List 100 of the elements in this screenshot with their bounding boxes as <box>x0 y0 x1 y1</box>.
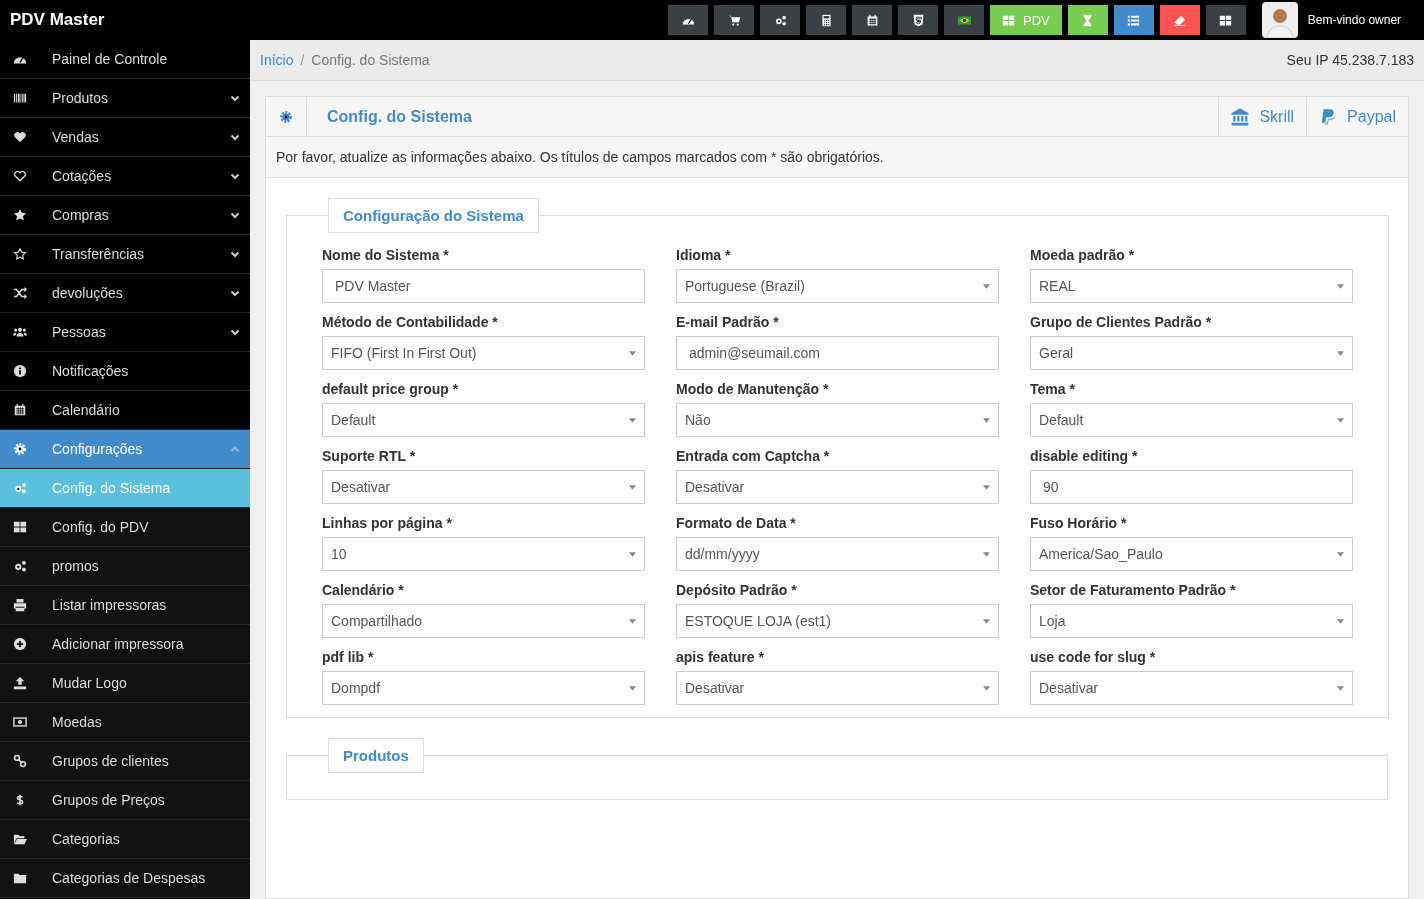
toolbar-button[interactable] <box>714 5 754 35</box>
select-field[interactable]: Compartilhado <box>322 604 645 638</box>
select-field[interactable]: 10 <box>322 537 645 571</box>
toolbar-button[interactable] <box>852 5 892 35</box>
caret-icon <box>983 283 990 289</box>
panel-title: Config. do Sistema <box>327 107 473 126</box>
input-field[interactable]: 90 <box>1030 470 1353 504</box>
toolbar-button[interactable] <box>1159 5 1200 35</box>
calendar-icon <box>13 403 27 417</box>
caret-icon <box>1337 551 1344 557</box>
select-field[interactable]: Geral <box>1030 336 1353 370</box>
sidebar-subitem[interactable]: Grupos de Preços <box>0 781 250 820</box>
star-icon <box>13 208 27 222</box>
settings-icon <box>13 442 27 456</box>
heart-outline-icon <box>13 169 27 183</box>
input-field[interactable]: admin@seumail.com <box>676 336 999 370</box>
select-field[interactable]: dd/mm/yyyy <box>676 537 999 571</box>
field-label: Método de Contabilidade * <box>322 314 499 330</box>
field-label: Moeda padrão * <box>1030 247 1136 263</box>
section-legend: Produtos <box>328 738 424 773</box>
field-label: Grupo de Clientes Padrão * <box>1030 314 1213 330</box>
caret-icon <box>983 484 990 490</box>
sidebar-subitem[interactable]: promos <box>0 547 250 586</box>
field-label: Idioma * <box>676 247 732 263</box>
select-field[interactable]: Desativar <box>676 470 999 504</box>
select-field[interactable]: FIFO (First In First Out) <box>322 336 645 370</box>
breadcrumb-current: Config. do Sistema <box>311 52 430 68</box>
payment-link[interactable]: Skrill <box>1218 97 1307 136</box>
field-label: Modo de Manutenção * <box>676 381 830 397</box>
sidebar-subitem[interactable]: Categorias de Despesas <box>0 859 250 898</box>
field-label: Fuso Horário * <box>1030 515 1128 531</box>
grid-icon <box>1002 13 1015 27</box>
select-field[interactable]: Default <box>1030 403 1353 437</box>
select-field[interactable]: Default <box>322 403 645 437</box>
select-field[interactable]: Desativar <box>676 671 999 705</box>
ip-address: Seu IP 45.238.7.183 <box>1286 52 1414 68</box>
sidebar-item[interactable]: Notificações <box>0 352 250 391</box>
paypal-icon <box>1319 107 1338 126</box>
caret-icon <box>983 417 990 423</box>
select-field[interactable]: Portuguese (Brazil) <box>676 269 999 303</box>
field-label: Tema * <box>1030 381 1076 397</box>
select-field[interactable]: Desativar <box>322 470 645 504</box>
field-label: default price group * <box>322 381 460 397</box>
section-legend: Configuração do Sistema <box>328 198 539 233</box>
sidebar-subitem[interactable]: Config. do PDV <box>0 508 250 547</box>
breadcrumb-separator: / <box>300 52 305 68</box>
caret-icon <box>983 685 990 691</box>
sidebar-subitem[interactable]: Adicionar impressora <box>0 625 250 664</box>
avatar-icon[interactable] <box>1261 2 1298 38</box>
select-field[interactable]: Dompdf <box>322 671 645 705</box>
sidebar-subitem[interactable]: Moedas <box>0 703 250 742</box>
field-label: Linhas por página * <box>322 515 453 531</box>
toolbar-button[interactable] <box>898 5 938 35</box>
input-field[interactable]: PDV Master <box>322 269 645 303</box>
caret-icon <box>1337 685 1344 691</box>
toolbar-button[interactable] <box>668 5 708 35</box>
toolbar-button[interactable] <box>1205 5 1246 35</box>
heart-icon <box>13 130 27 144</box>
field-label: pdf lib * <box>322 649 375 665</box>
caret-icon <box>1337 618 1344 624</box>
sidebar-subitem[interactable]: Grupos de clientes <box>0 742 250 781</box>
select-field[interactable]: Não <box>676 403 999 437</box>
link-icon <box>13 754 27 768</box>
barcode-icon <box>13 91 27 105</box>
folder-icon <box>13 871 27 885</box>
cogs-icon <box>13 481 27 495</box>
caret-icon <box>629 618 636 624</box>
printer-icon <box>13 598 27 612</box>
select-field[interactable]: Loja <box>1030 604 1353 638</box>
select-field[interactable]: America/Sao_Paulo <box>1030 537 1353 571</box>
sidebar-item[interactable]: Configurações <box>0 430 250 469</box>
plus-circle-icon <box>13 637 27 651</box>
upload-icon <box>13 676 27 690</box>
toolbar-button[interactable] <box>1067 5 1108 35</box>
sidebar-subitem[interactable]: Mudar Logo <box>0 664 250 703</box>
select-field[interactable]: ESTOQUE LOJA (est1) <box>676 604 999 638</box>
star-outline-icon <box>13 247 27 261</box>
money-icon <box>13 715 27 729</box>
sidebar-item[interactable]: Vendas <box>0 118 250 157</box>
toolbar-button[interactable] <box>760 5 800 35</box>
sidebar-subitem[interactable]: Categorias <box>0 820 250 859</box>
select-field[interactable]: Desativar <box>1030 671 1353 705</box>
sidebar-subitem[interactable]: Listar impressoras <box>0 586 250 625</box>
field-label: E-mail Padrão * <box>676 314 780 330</box>
calculator-icon <box>819 13 833 27</box>
grid-icon <box>1219 13 1233 27</box>
settings-icon <box>279 109 293 124</box>
calendar-icon <box>865 13 879 27</box>
field-label: Entrada com Captcha * <box>676 448 831 464</box>
field-label: apis feature * <box>676 649 765 665</box>
toolbar-button[interactable] <box>806 5 846 35</box>
hourglass-icon <box>1081 13 1095 27</box>
brand-title[interactable]: PDV Master <box>0 10 668 30</box>
toolbar-button[interactable] <box>1113 5 1154 35</box>
bank-icon <box>1231 107 1250 126</box>
caret-icon <box>1337 283 1344 289</box>
select-field[interactable]: REAL <box>1030 269 1353 303</box>
cogs-icon <box>773 13 787 27</box>
welcome-text[interactable]: Bem-vindo owner <box>1307 13 1402 27</box>
shuffle-icon <box>13 286 27 300</box>
